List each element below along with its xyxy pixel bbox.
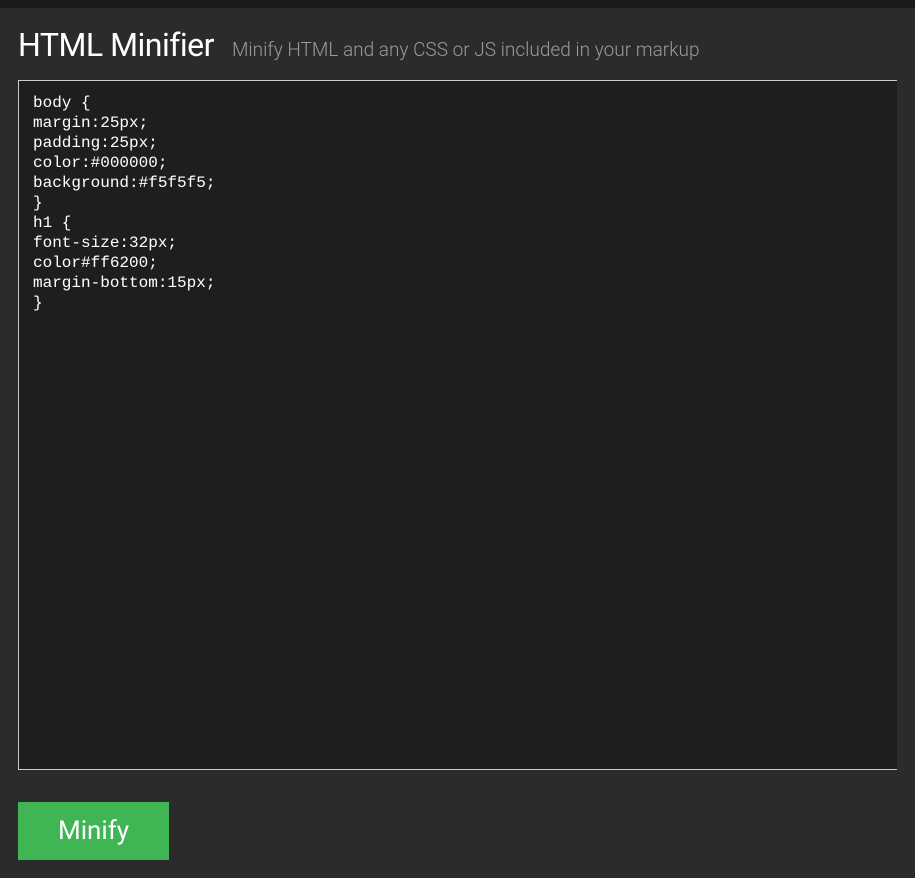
page-title: HTML Minifier (18, 26, 214, 64)
page-subtitle: Minify HTML and any CSS or JS included i… (232, 38, 700, 61)
main-container: HTML Minifier Minify HTML and any CSS or… (0, 8, 915, 878)
top-bar (0, 0, 915, 8)
minify-button[interactable]: Minify (18, 802, 169, 860)
code-input[interactable] (18, 80, 897, 770)
header: HTML Minifier Minify HTML and any CSS or… (18, 26, 897, 64)
